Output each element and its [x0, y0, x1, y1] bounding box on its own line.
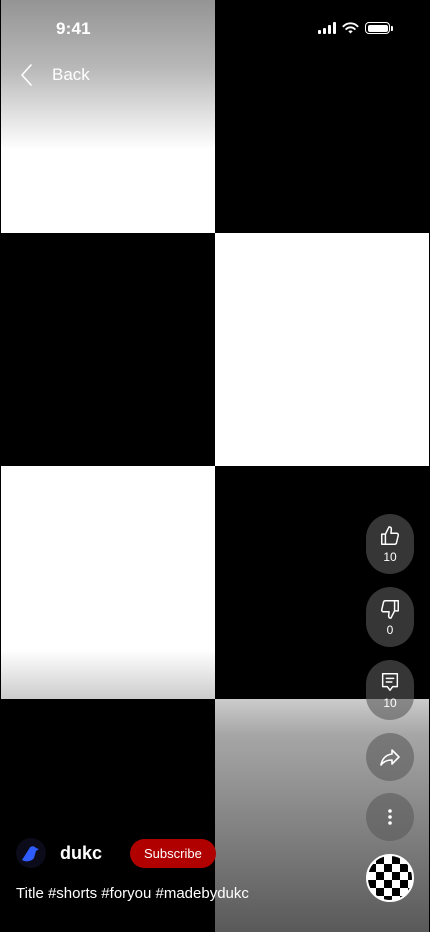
chevron-left-icon: [21, 64, 32, 86]
comment-count: 10: [383, 695, 397, 710]
duck-avatar-icon: [22, 846, 39, 862]
sound-disc-button[interactable]: [366, 854, 414, 902]
share-button[interactable]: [366, 733, 414, 781]
comment-icon: [381, 672, 399, 691]
dislike-count: 0: [386, 622, 394, 637]
thumbs-down-icon: [380, 599, 399, 619]
status-bar: 9:41: [0, 0, 430, 54]
channel-row: dukc Subscribe: [16, 838, 216, 868]
status-icons: [318, 22, 393, 34]
more-options-button[interactable]: [366, 793, 414, 841]
more-vertical-icon: [388, 809, 392, 825]
back-label: Back: [52, 65, 90, 84]
video-frame-white-square: [215, 233, 429, 466]
thumbs-up-icon: [381, 525, 400, 545]
video-title[interactable]: Title #shorts #foryou #madebydukc: [16, 885, 249, 902]
action-bar: 10 0 10: [366, 514, 414, 902]
share-arrow-icon: [380, 749, 400, 766]
status-time: 9:41: [56, 19, 91, 38]
battery-icon: [365, 22, 393, 34]
dislike-button[interactable]: 0: [366, 587, 414, 647]
like-count: 10: [383, 549, 397, 564]
subscribe-button[interactable]: Subscribe: [130, 838, 216, 868]
comments-button[interactable]: 10: [366, 660, 414, 720]
channel-name[interactable]: dukc: [60, 843, 102, 864]
wifi-icon: [342, 22, 359, 34]
like-button[interactable]: 10: [366, 514, 414, 574]
cellular-signal-icon: [318, 22, 336, 34]
video-frame-white-square: [1, 466, 215, 699]
channel-avatar[interactable]: [16, 838, 46, 868]
back-button[interactable]: Back: [16, 60, 90, 90]
